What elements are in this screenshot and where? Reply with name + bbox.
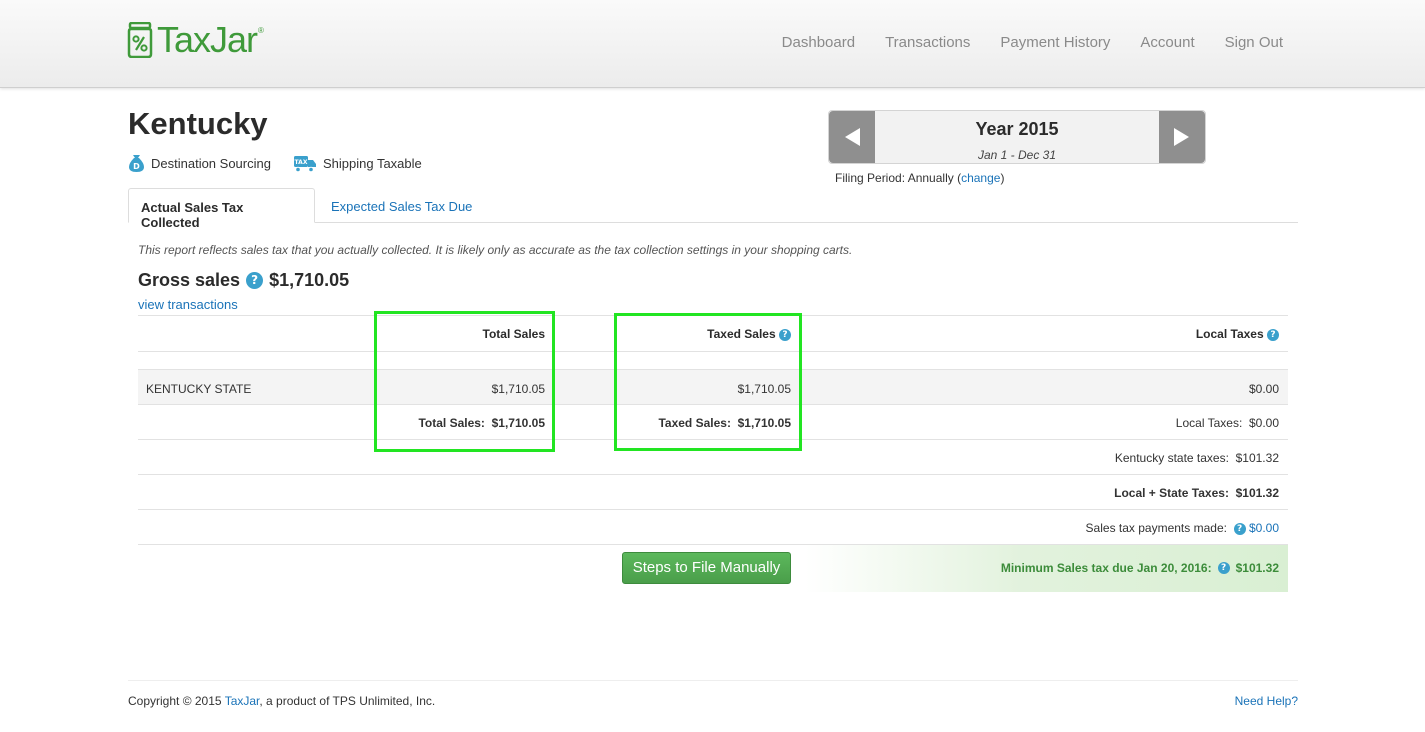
nav-account[interactable]: Account — [1140, 34, 1194, 51]
taxjar-link[interactable]: TaxJar — [225, 694, 260, 708]
state-taxes: Kentucky state taxes: $101.32 — [1115, 451, 1279, 465]
copyright-suffix: , a product of TPS Unlimited, Inc. — [259, 694, 436, 708]
local-state-taxes-value: $101.32 — [1235, 486, 1279, 500]
copyright: Copyright © 2015 TaxJar, a product of TP… — [128, 694, 435, 708]
column-local-taxes: Local Taxes ? — [1196, 327, 1279, 341]
need-help-link[interactable]: Need Help? — [1235, 694, 1298, 708]
svg-text:D: D — [133, 162, 140, 171]
gross-sales: Gross sales ? $1,710.05 — [138, 270, 349, 291]
next-year-button[interactable] — [1159, 111, 1205, 163]
change-filing-link[interactable]: change — [961, 171, 1000, 185]
top-navbar: TaxJar ® Dashboard Transactions Payment … — [0, 0, 1425, 88]
minimum-tax-due: Minimum Sales tax due Jan 20, 2016: ? $1… — [1001, 561, 1279, 575]
footer-divider — [128, 680, 1298, 681]
tax-truck-icon: TAX — [293, 155, 316, 172]
payments-label: Sales tax payments made: — [1085, 521, 1227, 535]
svg-text:TAX: TAX — [295, 159, 308, 166]
state-local-taxes: $0.00 — [1248, 382, 1279, 396]
state-taxes-label: Kentucky state taxes: — [1114, 451, 1229, 465]
arrow-left-icon — [845, 128, 860, 146]
nav-transactions[interactable]: Transactions — [885, 34, 970, 51]
nav-sign-out[interactable]: Sign Out — [1225, 34, 1283, 51]
tab-actual-sales-tax[interactable]: Actual Sales Tax Collected — [128, 188, 315, 230]
minimum-tax-due-value: $101.32 — [1235, 561, 1279, 575]
taxjar-logo[interactable]: TaxJar ® — [127, 20, 264, 60]
minimum-tax-due-panel: Minimum Sales tax due Jan 20, 2016: ? $1… — [805, 545, 1288, 592]
page-title: Kentucky — [128, 106, 268, 141]
local-taxes-total-label: Local Taxes: — [1175, 416, 1243, 430]
jar-icon — [127, 22, 153, 58]
local-state-taxes: Local + State Taxes: $101.32 — [1114, 486, 1279, 500]
help-icon[interactable]: ? — [246, 272, 264, 289]
copyright-prefix: Copyright © 2015 — [128, 694, 225, 708]
report-tabs: Actual Sales Tax Collected Expected Sale… — [128, 188, 1298, 230]
help-icon[interactable]: ? — [1233, 522, 1246, 535]
badge-shipping-taxable: TAX Shipping Taxable — [293, 155, 422, 173]
highlight-total-sales — [374, 311, 555, 452]
report-note: This report reflects sales tax that you … — [138, 243, 853, 257]
payments-made: Sales tax payments made: ? $0.00 — [1086, 521, 1279, 535]
main-nav: Dashboard Transactions Payment History A… — [782, 34, 1283, 51]
payments-value-link[interactable]: $0.00 — [1249, 521, 1279, 535]
logo-registered-mark: ® — [258, 26, 264, 35]
filing-period: Filing Period: Annually (change) — [835, 171, 1004, 185]
year-selector: Year 2015 Jan 1 - Dec 31 — [828, 110, 1206, 164]
filing-suffix: ) — [1000, 171, 1005, 185]
help-icon[interactable]: ? — [1217, 562, 1230, 574]
nav-dashboard[interactable]: Dashboard — [782, 34, 855, 51]
gross-sales-label: Gross sales — [138, 270, 241, 290]
badge-destination-sourcing: D Destination Sourcing — [128, 154, 271, 173]
nav-payment-history[interactable]: Payment History — [1000, 34, 1110, 51]
local-state-taxes-row: Local + State Taxes: $101.32 — [138, 474, 1288, 509]
logo-text: TaxJar — [157, 19, 258, 60]
local-state-taxes-label: Local + State Taxes: — [1114, 486, 1229, 500]
money-bag-icon: D — [129, 155, 144, 172]
steps-to-file-button[interactable]: Steps to File Manually — [622, 552, 791, 584]
arrow-right-icon — [1174, 128, 1189, 146]
year-range: Jan 1 - Dec 31 — [977, 148, 1057, 162]
year-label: Year 2015 — [975, 119, 1059, 139]
badge-label: Shipping Taxable — [322, 156, 422, 171]
local-taxes-total-value: $0.00 — [1248, 416, 1279, 430]
previous-year-button[interactable] — [829, 111, 875, 163]
column-local-taxes-label: Local Taxes — [1195, 327, 1264, 341]
tab-expected-sales-tax[interactable]: Expected Sales Tax Due — [319, 188, 484, 223]
minimum-tax-due-label: Minimum Sales tax due Jan 20, 2016: — [1000, 561, 1212, 575]
state-name: KENTUCKY STATE — [146, 382, 252, 396]
view-transactions-link[interactable]: view transactions — [138, 297, 238, 312]
filing-prefix: Filing Period: Annually ( — [835, 171, 962, 185]
state-taxes-value: $101.32 — [1235, 451, 1279, 465]
state-badges: D Destination Sourcing TAX Shipping Taxa… — [128, 154, 422, 173]
gross-sales-value: $1,710.05 — [269, 270, 350, 290]
payments-row: Sales tax payments made: ? $0.00 — [138, 509, 1288, 544]
help-icon[interactable]: ? — [1267, 328, 1279, 341]
local-taxes-total: Local Taxes: $0.00 — [1176, 416, 1279, 430]
badge-label: Destination Sourcing — [151, 156, 271, 171]
highlight-taxed-sales — [614, 313, 802, 451]
